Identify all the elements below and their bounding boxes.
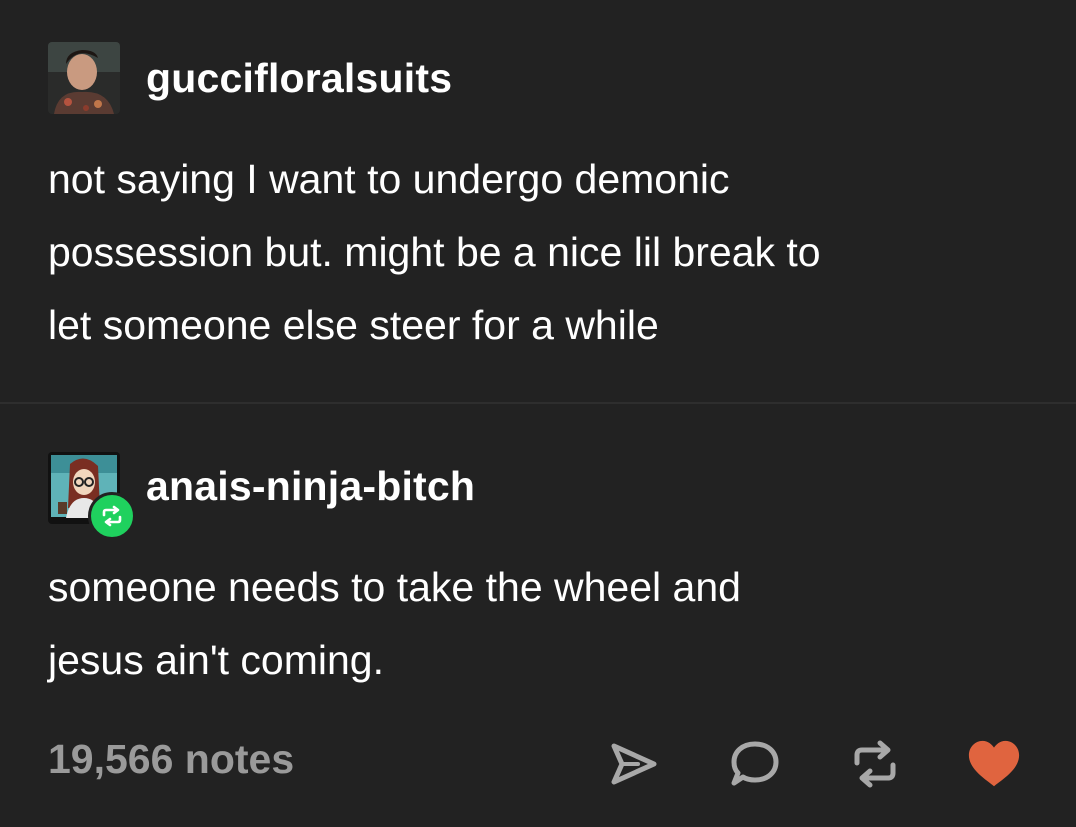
share-button[interactable]	[606, 736, 662, 792]
post-text-line: someone needs to take the wheel and	[48, 564, 741, 610]
post-text-line: possession but. might be a nice lil brea…	[48, 229, 821, 275]
reblog-icon	[854, 740, 896, 788]
avatar[interactable]	[48, 42, 120, 114]
share-icon	[611, 743, 657, 785]
post-footer: 19,566 notes	[0, 720, 1076, 810]
notes-count[interactable]: 19,566 notes	[48, 736, 294, 783]
reblog-badge	[88, 492, 136, 540]
username[interactable]: anais-ninja-bitch	[146, 463, 475, 510]
original-post: guccifloralsuits not saying I want to un…	[0, 0, 1076, 402]
reblog-icon	[102, 505, 122, 527]
post-body: someone needs to take the wheel and jesu…	[48, 551, 1008, 697]
post-body: not saying I want to undergo demonic pos…	[48, 143, 1008, 362]
username[interactable]: guccifloralsuits	[146, 55, 452, 102]
reply-icon	[731, 741, 779, 786]
post-text-line: not saying I want to undergo demonic	[48, 156, 730, 202]
like-icon	[968, 740, 1020, 787]
avatar-wrapper	[48, 452, 136, 540]
post-text-line: jesus ain't coming.	[48, 637, 384, 683]
like-button[interactable]	[966, 736, 1022, 792]
reblog-button[interactable]	[847, 736, 903, 792]
post-text-line: let someone else steer for a while	[48, 302, 659, 348]
avatar-image	[48, 42, 120, 114]
original-post-header: guccifloralsuits	[48, 42, 452, 114]
reply-button[interactable]	[727, 736, 783, 792]
reblog-post-header: anais-ninja-bitch	[48, 452, 475, 540]
